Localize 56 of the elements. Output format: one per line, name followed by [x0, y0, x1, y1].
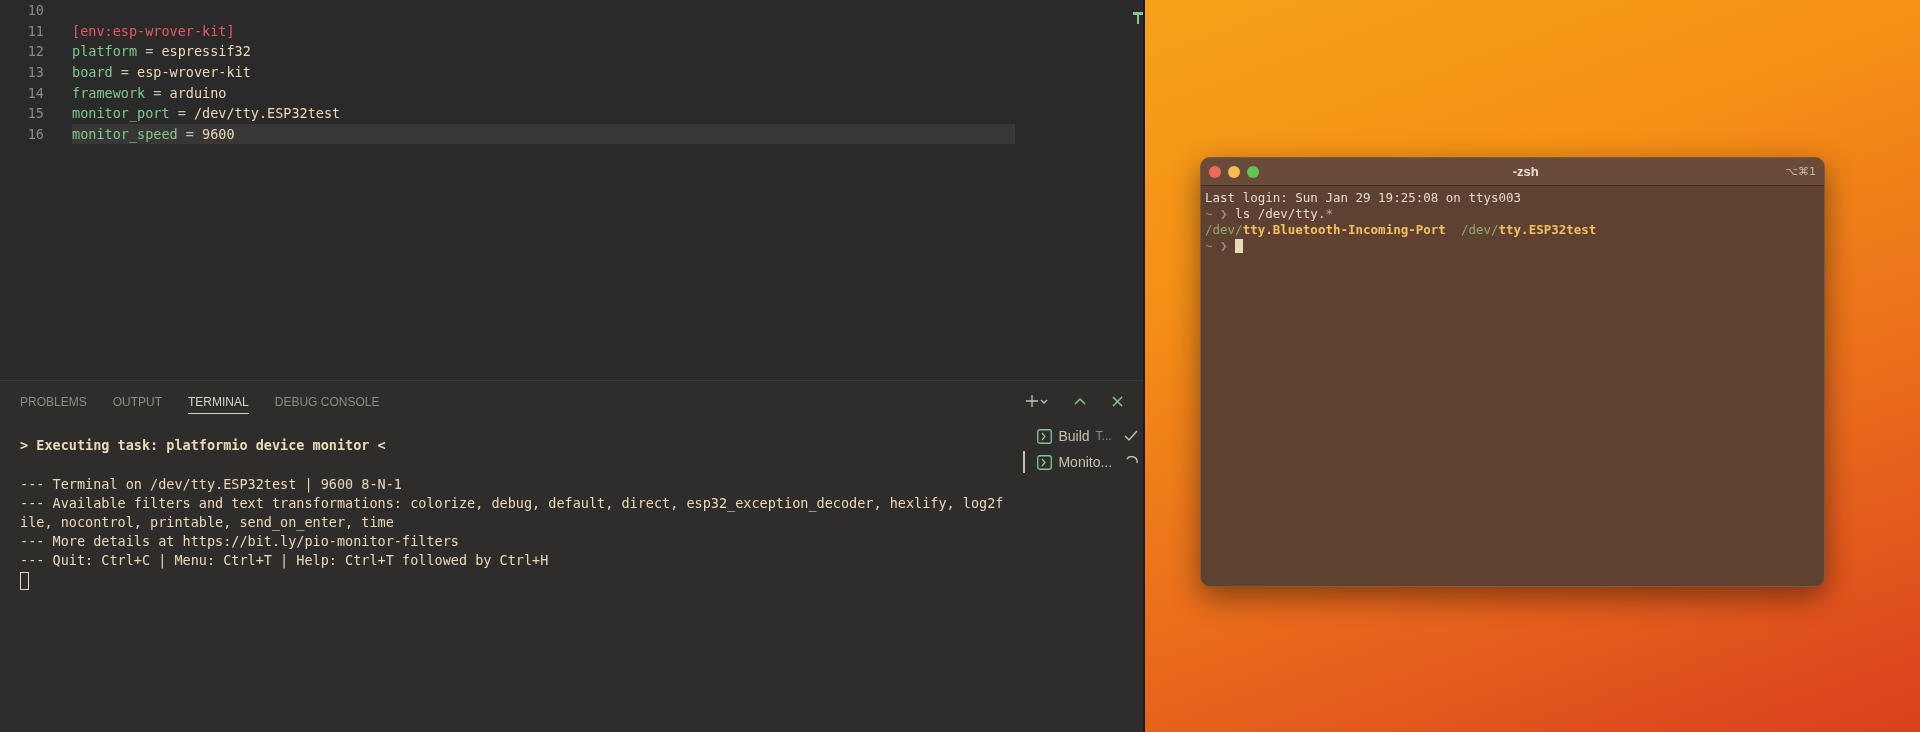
- code-token: 9600: [202, 125, 235, 142]
- code-token: =: [119, 64, 130, 81]
- close-icon[interactable]: [1112, 395, 1123, 407]
- line-number: 13: [26, 64, 44, 81]
- line-number: 12: [26, 43, 44, 60]
- window-title: -zsh: [1511, 164, 1540, 179]
- line-number: 10: [26, 2, 44, 19]
- terminal-icon: [1037, 454, 1053, 470]
- terminal-text: /dev/: [1205, 222, 1243, 238]
- terminal-text: tty.ESP32test: [1498, 222, 1597, 238]
- terminal-text: tty.Bluetooth-Incoming-Port: [1242, 222, 1447, 238]
- output-line: --- Quit: Ctrl+C | Menu: Ctrl+T | Help: Ctrl+T followed by Ctrl+H: [20, 551, 550, 570]
- code-token: arduino: [169, 84, 227, 101]
- task-line: > Executing task: platformio device monitor <: [20, 437, 387, 453]
- terminal-text: ~ ❯: [1205, 238, 1229, 254]
- code-token: =: [184, 125, 195, 142]
- code-token: platform: [72, 43, 138, 60]
- line-number: 15: [26, 105, 44, 122]
- code-token: board: [72, 64, 113, 81]
- cursor-icon: [20, 572, 29, 590]
- code-token: =: [144, 43, 155, 60]
- terminal-text: /dev/: [1460, 222, 1499, 238]
- shortcut-label: ⌥⌘1: [1785, 165, 1816, 178]
- panel-tab[interactable]: DEBUG CONSOLE: [274, 388, 380, 414]
- cursor-icon: [1235, 239, 1244, 253]
- minimize-icon[interactable]: [1228, 165, 1240, 178]
- add-icon[interactable]: [1026, 394, 1048, 408]
- code-token: =: [152, 84, 163, 101]
- code-token: esp-wrover-kit: [137, 64, 251, 81]
- maximize-icon[interactable]: [1074, 397, 1086, 405]
- code-token: monitor_port: [72, 105, 170, 122]
- output-line: --- Available filters and text transformations: colorize, debug, default, direct, esp32_exception_decoder, hexlify, log2f: [20, 494, 1004, 513]
- output-line: ile, nocontrol, printable, send_on_enter, time: [20, 513, 395, 532]
- line-number: 14: [26, 84, 44, 101]
- check-icon: [1123, 430, 1138, 442]
- code-token: /dev/tty.ESP32test: [193, 105, 341, 122]
- panel-tab[interactable]: OUTPUT: [112, 388, 163, 414]
- line-number: 11: [26, 22, 44, 39]
- output-line: --- Terminal on /dev/tty.ESP32test | 9600 8-N-1: [20, 475, 403, 494]
- terminal-text: *: [1325, 206, 1333, 222]
- task-item[interactable]: Build T...: [1023, 425, 1138, 447]
- zoom-icon[interactable]: [1247, 165, 1259, 178]
- terminal-text: Last login: Sun Jan 29 19:25:08 on ttys003: [1205, 190, 1522, 206]
- code-token: framework: [72, 84, 146, 101]
- code-token: =: [176, 105, 187, 122]
- terminal-text: ls /dev/tty.: [1235, 206, 1326, 222]
- output-line: --- More details at https://bit.ly/pio-monitor-filters: [20, 532, 460, 551]
- code-token: espressif32: [161, 43, 251, 60]
- task-item[interactable]: Monito...: [1023, 451, 1138, 473]
- panel-tab[interactable]: TERMINAL: [188, 388, 249, 414]
- code-token: monitor_speed: [72, 125, 178, 142]
- terminal-text: ~ ❯: [1205, 206, 1229, 222]
- code-token: [env:esp-wrover-kit]: [72, 22, 235, 39]
- terminal-icon: [1037, 428, 1053, 444]
- panel-tab[interactable]: PROBLEMS: [20, 388, 87, 414]
- line-number: 16: [26, 125, 44, 142]
